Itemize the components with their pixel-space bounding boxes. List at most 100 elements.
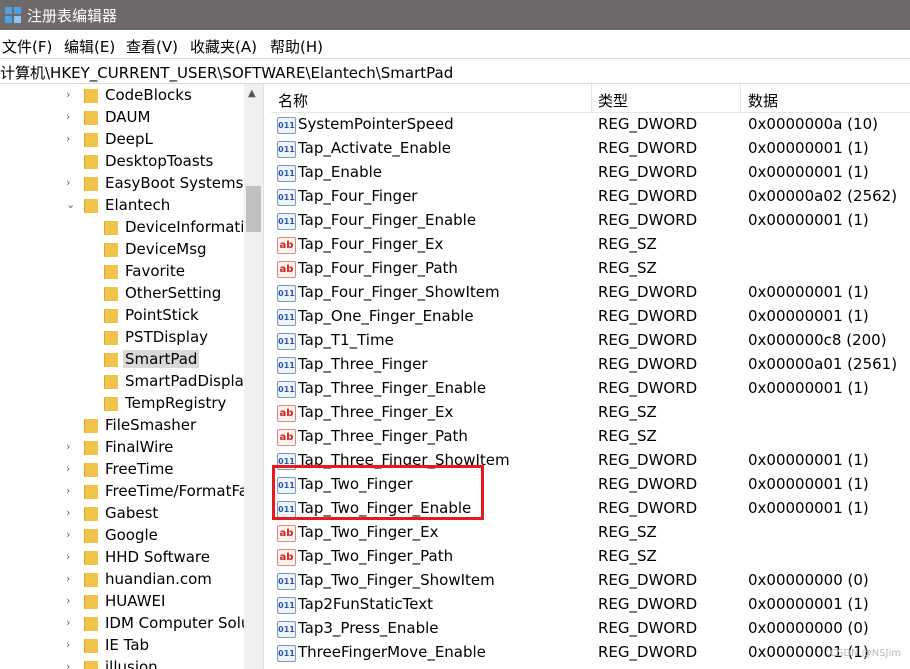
tree-item[interactable]: OtherSetting (0, 282, 244, 304)
scroll-up-icon[interactable]: ▲ (248, 88, 256, 99)
tree-item[interactable]: › EasyBoot Systems (0, 172, 244, 194)
value-name: Tap_Three_Finger (298, 355, 428, 373)
address-bar[interactable]: 计算机\HKEY_CURRENT_USER\SOFTWARE\Elantech\… (0, 58, 910, 84)
column-data[interactable]: 数据 (748, 90, 778, 111)
value-row[interactable]: 011 ThreeFingerMove_Enable REG_DWORD 0x0000… (271, 640, 910, 664)
value-name: Tap_Four_Finger_Path (298, 259, 458, 277)
value-row[interactable]: 011 Tap_Activate_Enable REG_DWORD 0x0000000… (271, 136, 910, 160)
tree-item[interactable]: › DeepL (0, 128, 244, 150)
value-row[interactable]: 011 SystemPointerSpeed REG_DWORD 0x0000000a… (271, 112, 910, 136)
value-row[interactable]: 011 Tap_Three_Finger REG_DWORD 0x00000a01 (… (271, 352, 910, 376)
tree-item[interactable]: › HHD Software (0, 546, 244, 568)
tree-item[interactable]: DesktopToasts (0, 150, 244, 172)
tree-item[interactable]: PointStick (0, 304, 244, 326)
value-row[interactable]: ab Tap_Four_Finger_Path REG_SZ (271, 256, 910, 280)
tree-item[interactable]: › FreeTime/FormatFa (0, 480, 248, 502)
address-path[interactable]: 计算机\HKEY_CURRENT_USER\SOFTWARE\Elantech\… (0, 62, 453, 83)
chevron-right-icon[interactable]: › (66, 485, 76, 497)
value-data: 0x0000000a (10) (748, 115, 878, 133)
menu-favorites[interactable]: 收藏夹(A) (190, 36, 257, 57)
scrollbar-thumb[interactable] (246, 186, 261, 232)
tree-item[interactable]: SmartPad (0, 348, 244, 370)
chevron-right-icon[interactable]: › (66, 595, 76, 607)
chevron-right-icon[interactable]: › (66, 507, 76, 519)
tree-item[interactable]: FileSmasher (0, 414, 244, 436)
tree-item[interactable]: DeviceInformati (0, 216, 244, 238)
tree-item[interactable]: › Gabest (0, 502, 244, 524)
binary-value-icon: 011 (277, 333, 296, 350)
chevron-right-icon[interactable]: › (66, 133, 76, 145)
value-row[interactable]: 011 Tap_Two_Finger_ShowItem REG_DWORD 0x000… (271, 568, 910, 592)
value-name: Tap3_Press_Enable (298, 619, 439, 637)
value-data: 0x00000001 (1) (748, 379, 869, 397)
value-row[interactable]: 011 Tap2FunStaticText REG_DWORD 0x00000001 … (271, 592, 910, 616)
column-separator[interactable] (591, 84, 592, 112)
value-row[interactable]: ab Tap_Two_Finger_Path REG_SZ (271, 544, 910, 568)
binary-value-icon: 011 (277, 645, 296, 662)
tree-item[interactable]: PSTDisplay (0, 326, 244, 348)
tree-item-label: IE Tab (105, 636, 150, 654)
tree-item[interactable]: › IE Tab (0, 634, 244, 656)
menu-file[interactable]: 文件(F) (2, 36, 52, 57)
chevron-down-icon[interactable]: ⌄ (66, 199, 76, 211)
chevron-right-icon[interactable]: › (66, 463, 76, 475)
menu-view[interactable]: 查看(V) (126, 36, 178, 57)
tree-item[interactable]: › DAUM (0, 106, 244, 128)
tree-item[interactable]: SmartPadDisplay (0, 370, 253, 392)
chevron-right-icon[interactable]: › (66, 573, 76, 585)
tree-item[interactable]: › huandian.com (0, 568, 244, 590)
tree-item-label: HHD Software (105, 548, 210, 566)
value-row[interactable]: 011 Tap_Four_Finger_ShowItem REG_DWORD 0x00… (271, 280, 910, 304)
tree-item[interactable]: ⌄ Elantech (0, 194, 244, 216)
value-data: 0x00000000 (0) (748, 571, 869, 589)
tree-item[interactable]: › Google (0, 524, 244, 546)
value-row[interactable]: 011 Tap_T1_Time REG_DWORD 0x000000c8 (200) (271, 328, 910, 352)
value-row[interactable]: 011 Tap_Enable REG_DWORD 0x00000001 (1) (271, 160, 910, 184)
value-row[interactable]: 011 Tap_Four_Finger REG_DWORD 0x00000a02 (2… (271, 184, 910, 208)
tree-item[interactable]: › illusion (0, 656, 244, 669)
value-row[interactable]: ab Tap_Four_Finger_Ex REG_SZ (271, 232, 910, 256)
tree-item-label: PointStick (125, 306, 199, 324)
chevron-right-icon[interactable]: › (66, 617, 76, 629)
tree-scrollbar[interactable]: ▲ (244, 84, 263, 669)
chevron-right-icon[interactable]: › (66, 89, 76, 101)
tree-item[interactable]: › FinalWire (0, 436, 244, 458)
tree-item-label: Favorite (125, 262, 185, 280)
binary-value-icon: 011 (277, 309, 296, 326)
menu-edit[interactable]: 编辑(E) (64, 36, 115, 57)
tree-item[interactable]: TempRegistry (0, 392, 244, 414)
menu-help[interactable]: 帮助(H) (270, 36, 323, 57)
folder-icon (104, 397, 118, 411)
value-type: REG_DWORD (598, 499, 698, 517)
value-row[interactable]: ab Tap_Three_Finger_Ex REG_SZ (271, 400, 910, 424)
value-row[interactable]: ab Tap_Three_Finger_Path REG_SZ (271, 424, 910, 448)
tree-item[interactable]: › IDM Computer Solu (0, 612, 250, 634)
column-type[interactable]: 类型 (598, 90, 628, 111)
chevron-right-icon[interactable]: › (66, 177, 76, 189)
chevron-right-icon[interactable]: › (66, 661, 76, 669)
tree-item[interactable]: DeviceMsg (0, 238, 244, 260)
title-bar: 注册表编辑器 (0, 0, 910, 30)
tree-item-label: illusion (105, 658, 158, 669)
value-data: 0x00000001 (1) (748, 307, 869, 325)
value-row[interactable]: ab Tap_Two_Finger_Ex REG_SZ (271, 520, 910, 544)
value-data: 0x00000001 (1) (748, 139, 869, 157)
list-header: 名称 类型 数据 (271, 84, 910, 113)
tree-item[interactable]: › FreeTime (0, 458, 244, 480)
tree-item[interactable]: › CodeBlocks (0, 84, 244, 106)
chevron-right-icon[interactable]: › (66, 111, 76, 123)
tree-item-label: EasyBoot Systems (105, 174, 244, 192)
value-row[interactable]: 011 Tap_Three_Finger_Enable REG_DWORD 0x000… (271, 376, 910, 400)
column-separator[interactable] (740, 84, 741, 112)
chevron-right-icon[interactable]: › (66, 639, 76, 651)
folder-icon (84, 661, 98, 669)
value-row[interactable]: 011 Tap_Four_Finger_Enable REG_DWORD 0x0000… (271, 208, 910, 232)
chevron-right-icon[interactable]: › (66, 529, 76, 541)
tree-item[interactable]: Favorite (0, 260, 244, 282)
value-row[interactable]: 011 Tap3_Press_Enable REG_DWORD 0x00000000 … (271, 616, 910, 640)
chevron-right-icon[interactable]: › (66, 551, 76, 563)
value-row[interactable]: 011 Tap_One_Finger_Enable REG_DWORD 0x00000… (271, 304, 910, 328)
chevron-right-icon[interactable]: › (66, 441, 76, 453)
tree-item[interactable]: › HUAWEI (0, 590, 244, 612)
column-name[interactable]: 名称 (278, 90, 308, 111)
